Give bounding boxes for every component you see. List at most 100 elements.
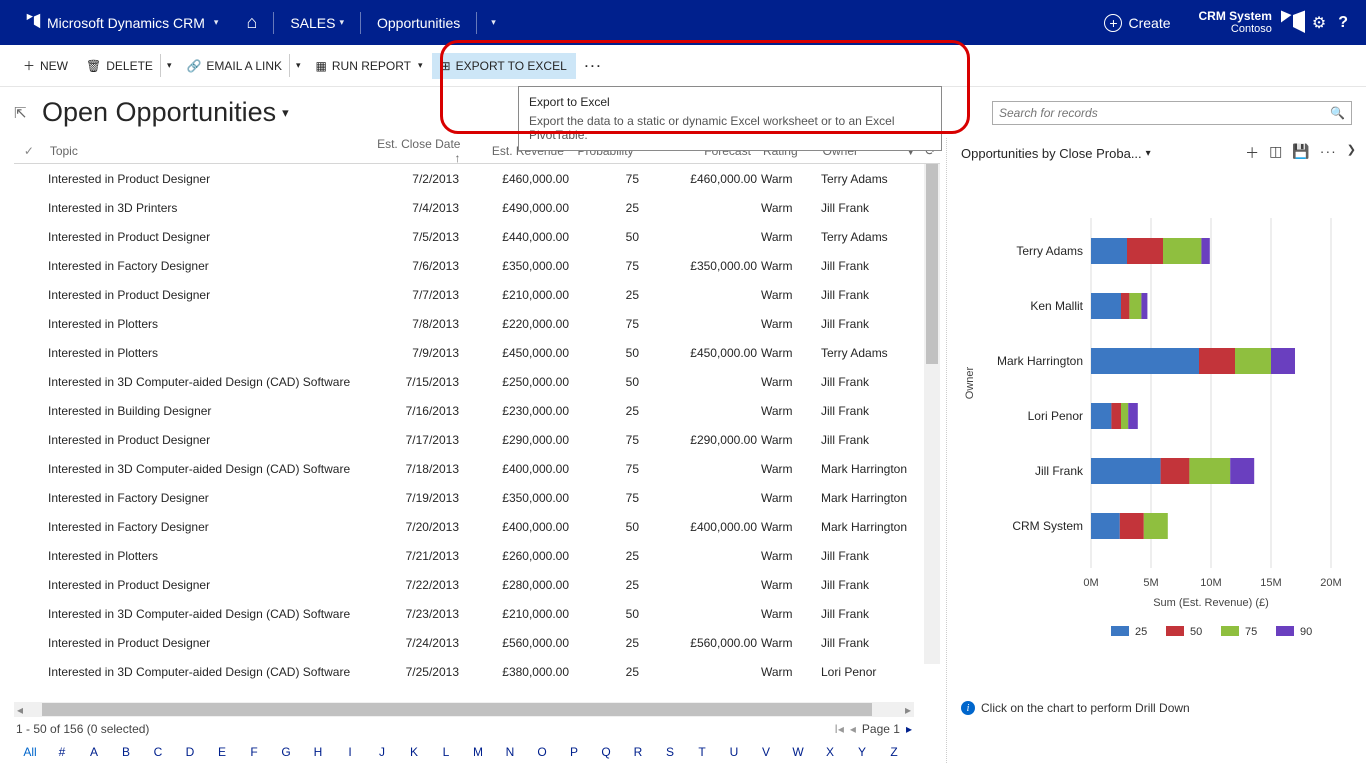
alpha-p[interactable]: P	[558, 745, 590, 759]
alpha-j[interactable]: J	[366, 745, 398, 759]
pin-button[interactable]: ⇱	[14, 104, 42, 122]
view-selector[interactable]: Open Opportunities▾	[42, 97, 289, 128]
chart-canvas[interactable]: 0M5M10M15M20MTerry AdamsKen MallitMark H…	[961, 208, 1351, 688]
layout-icon[interactable]: ◫	[1269, 143, 1282, 163]
email-link-button[interactable]: 🔗EMAIL A LINK	[177, 53, 291, 79]
export-excel-button[interactable]: ⊞EXPORT TO EXCEL	[432, 53, 576, 79]
alpha-g[interactable]: G	[270, 745, 302, 759]
table-row[interactable]: Interested in Plotters 7/8/2013 £220,000…	[14, 309, 940, 338]
table-row[interactable]: Interested in Product Designer 7/5/2013 …	[14, 222, 940, 251]
first-page-button[interactable]: I◂	[835, 722, 844, 736]
alpha-o[interactable]: O	[526, 745, 558, 759]
alpha-r[interactable]: R	[622, 745, 654, 759]
alpha-m[interactable]: M	[462, 745, 494, 759]
chevron-down-icon: ▾	[214, 17, 219, 28]
alpha-n[interactable]: N	[494, 745, 526, 759]
table-row[interactable]: Interested in Factory Designer 7/6/2013 …	[14, 251, 940, 280]
alpha-v[interactable]: V	[750, 745, 782, 759]
alpha-l[interactable]: L	[430, 745, 462, 759]
run-report-button[interactable]: ▦RUN REPORT▾	[307, 53, 432, 79]
chart-selector[interactable]: Opportunities by Close Proba...▾	[961, 146, 1245, 161]
alpha-z[interactable]: Z	[878, 745, 910, 759]
records-grid: ✓ Topic Est. Close Date ↑ Est. Revenue P…	[0, 138, 940, 763]
product-logo[interactable]: Microsoft Dynamics CRM ▾	[10, 0, 232, 45]
scroll-left-icon[interactable]: ◂	[14, 703, 26, 717]
trash-icon: 🗑	[86, 59, 101, 73]
chart-more-icon[interactable]: ···	[1320, 143, 1337, 163]
search-icon[interactable]: 🔍	[1330, 106, 1345, 120]
alpha-a[interactable]: A	[78, 745, 110, 759]
alpha-c[interactable]: C	[142, 745, 174, 759]
next-page-button[interactable]: ▸	[906, 722, 912, 736]
table-row[interactable]: Interested in Factory Designer 7/19/2013…	[14, 483, 940, 512]
alpha-d[interactable]: D	[174, 745, 206, 759]
alpha-w[interactable]: W	[782, 745, 814, 759]
scroll-right-icon[interactable]: ▸	[902, 703, 914, 717]
entity-opportunities[interactable]: Opportunities	[363, 0, 474, 45]
table-row[interactable]: Interested in 3D Computer-aided Design (…	[14, 657, 940, 686]
col-close-date[interactable]: Est. Close Date ↑	[362, 137, 466, 165]
more-commands-button[interactable]: ···	[576, 53, 612, 79]
prev-page-button[interactable]: ◂	[850, 722, 856, 736]
alpha-e[interactable]: E	[206, 745, 238, 759]
new-button[interactable]: ＋NEW	[14, 51, 77, 80]
alpha-#[interactable]: #	[46, 745, 78, 759]
table-row[interactable]: Interested in Building Designer 7/16/201…	[14, 396, 940, 425]
table-row[interactable]: Interested in Product Designer 7/22/2013…	[14, 570, 940, 599]
alpha-y[interactable]: Y	[846, 745, 878, 759]
table-row[interactable]: Interested in Product Designer 7/17/2013…	[14, 425, 940, 454]
scroll-thumb[interactable]	[926, 164, 938, 364]
email-split[interactable]: ▾	[289, 54, 307, 77]
alpha-i[interactable]: I	[334, 745, 366, 759]
alpha-b[interactable]: B	[110, 745, 142, 759]
cell-rating: Warm	[761, 259, 821, 273]
alpha-s[interactable]: S	[654, 745, 686, 759]
plus-circle-icon: +	[1104, 14, 1122, 32]
table-row[interactable]: Interested in Product Designer 7/7/2013 …	[14, 280, 940, 309]
cell-topic: Interested in Plotters	[44, 549, 364, 563]
collapse-chart-icon[interactable]: ❯	[1347, 143, 1356, 163]
scroll-thumb[interactable]	[42, 703, 872, 716]
table-row[interactable]: Interested in Plotters 7/9/2013 £450,000…	[14, 338, 940, 367]
table-row[interactable]: Interested in Product Designer 7/24/2013…	[14, 628, 940, 657]
table-row[interactable]: Interested in Factory Designer 7/20/2013…	[14, 512, 940, 541]
add-chart-icon[interactable]: ＋	[1245, 143, 1259, 163]
search-input[interactable]	[999, 106, 1330, 120]
table-row[interactable]: Interested in 3D Computer-aided Design (…	[14, 454, 940, 483]
alpha-h[interactable]: H	[302, 745, 334, 759]
cell-probability: 25	[573, 288, 643, 302]
alpha-k[interactable]: K	[398, 745, 430, 759]
gear-icon[interactable]: ⚙	[1312, 13, 1326, 33]
cell-rating: Warm	[761, 607, 821, 621]
delete-split[interactable]: ▾	[160, 54, 178, 77]
save-chart-icon[interactable]: 💾	[1292, 143, 1309, 163]
cell-probability: 75	[573, 317, 643, 331]
table-row[interactable]: Interested in Product Designer 7/2/2013 …	[14, 164, 940, 193]
cell-topic: Interested in 3D Computer-aided Design (…	[44, 665, 364, 679]
help-icon[interactable]: ?	[1338, 14, 1348, 32]
col-topic[interactable]: Topic	[44, 144, 362, 158]
horizontal-scrollbar[interactable]: ◂ ▸	[14, 702, 914, 717]
alpha-q[interactable]: Q	[590, 745, 622, 759]
table-row[interactable]: Interested in 3D Computer-aided Design (…	[14, 367, 940, 396]
delete-button[interactable]: 🗑DELETE	[77, 53, 162, 79]
table-row[interactable]: Interested in 3D Printers 7/4/2013 £490,…	[14, 193, 940, 222]
alpha-all[interactable]: All	[14, 745, 46, 759]
alpha-f[interactable]: F	[238, 745, 270, 759]
table-row[interactable]: Interested in 3D Computer-aided Design (…	[14, 599, 940, 628]
select-all-checkbox[interactable]: ✓	[14, 144, 44, 158]
alpha-u[interactable]: U	[718, 745, 750, 759]
table-row[interactable]: Interested in Plotters 7/21/2013 £260,00…	[14, 541, 940, 570]
area-sales[interactable]: SALES▾	[276, 0, 358, 45]
alpha-x[interactable]: X	[814, 745, 846, 759]
search-records[interactable]: 🔍	[992, 101, 1352, 125]
vertical-scrollbar[interactable]	[924, 164, 940, 664]
create-button[interactable]: + Create	[1090, 14, 1184, 32]
cell-date: 7/24/2013	[364, 636, 469, 650]
chart-hint: i Click on the chart to perform Drill Do…	[961, 701, 1356, 715]
home-button[interactable]: ⌂	[232, 0, 271, 45]
user-info[interactable]: CRM System Contoso	[1185, 9, 1278, 37]
link-icon: 🔗	[186, 59, 201, 73]
alpha-t[interactable]: T	[686, 745, 718, 759]
entity-dropdown[interactable]: ▾	[479, 0, 504, 45]
